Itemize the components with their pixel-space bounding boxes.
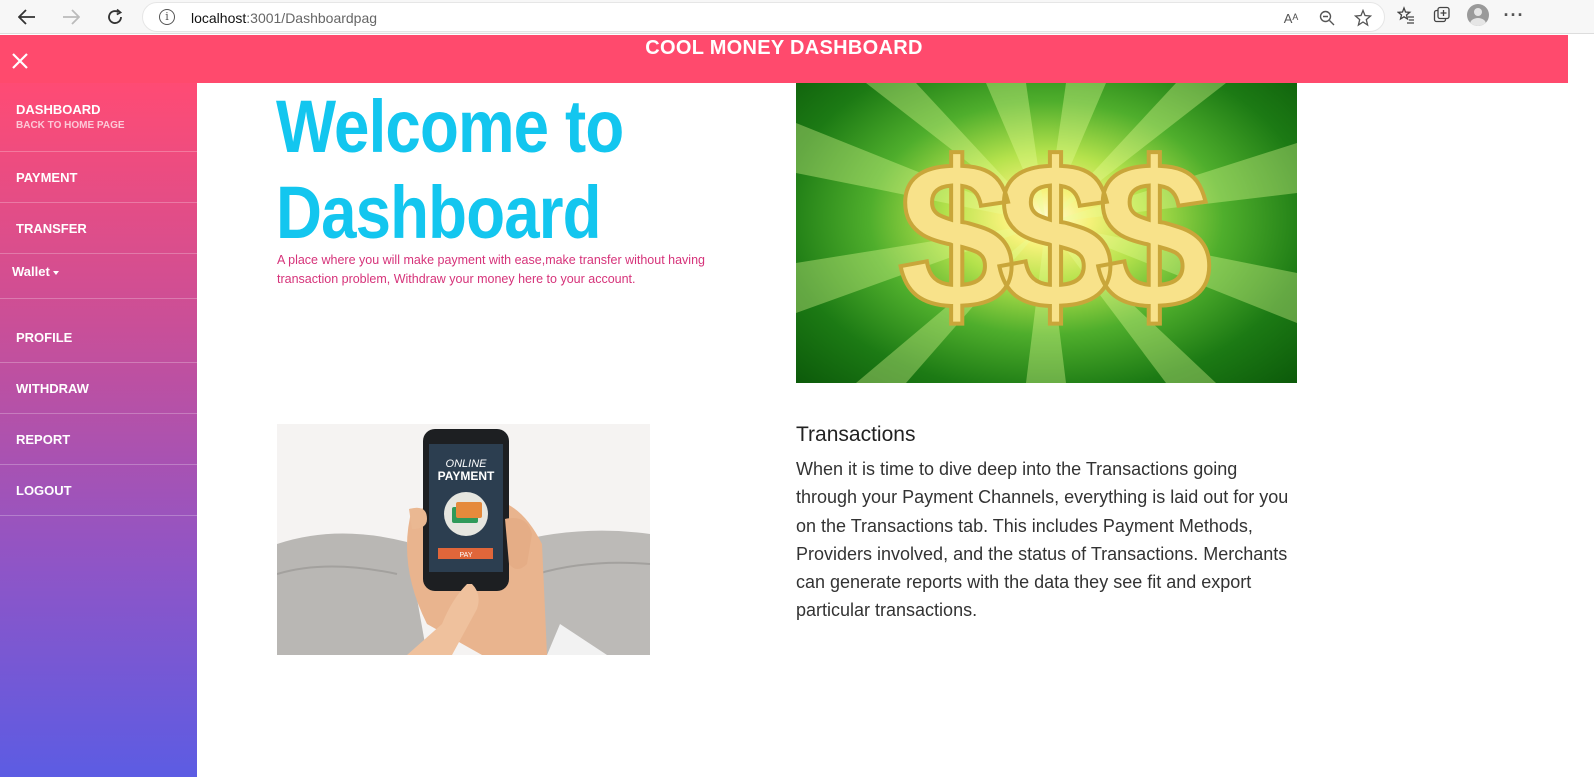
profile-avatar-icon[interactable] (1467, 4, 1489, 26)
welcome-line-1: Welcome to (276, 85, 624, 168)
browser-toolbar: i localhost:3001/Dashboardpag Aᴬ ··· (0, 0, 1594, 34)
app-header: COOL MONEY DASHBOARD (0, 35, 1568, 83)
sidebar-item-label: DASHBOARD (16, 102, 101, 117)
sidebar-item-transfer[interactable]: TRANSFER (0, 203, 197, 254)
dollar-signs: $$$ (898, 118, 1210, 353)
sidebar-item-label: LOGOUT (16, 483, 72, 498)
read-aloud-icon[interactable]: Aᴬ (1280, 7, 1302, 29)
sidebar-item-wallet[interactable]: Wallet (0, 254, 197, 299)
welcome-tagline: A place where you will make payment with… (277, 253, 705, 286)
sidebar-item-label: Wallet (12, 264, 50, 279)
forward-arrow-icon[interactable] (56, 3, 86, 31)
zoom-out-icon[interactable] (1316, 7, 1338, 29)
back-arrow-icon[interactable] (12, 3, 42, 31)
wallet-dropdown-toggle: Wallet (12, 264, 59, 279)
transactions-description: When it is time to dive deep into the Tr… (796, 459, 1289, 621)
sidebar-item-label: REPORT (16, 432, 71, 447)
welcome-heading: Welcome to Dashboard (276, 84, 680, 256)
refresh-icon[interactable] (100, 3, 130, 31)
welcome-line-2: Dashboard (276, 171, 602, 254)
sidebar: DASHBOARD BACK TO HOME PAGE PAYMENT TRAN… (0, 83, 197, 777)
sidebar-item-label: PROFILE (16, 330, 73, 345)
site-info-icon[interactable]: i (159, 9, 175, 25)
sidebar-item-report[interactable]: REPORT (0, 414, 197, 465)
sidebar-item-sublabel: BACK TO HOME PAGE (16, 120, 125, 131)
online-payment-image: ONLINE PAYMENT PAY (277, 424, 650, 655)
app-title: COOL MONEY DASHBOARD (645, 37, 923, 59)
sidebar-item-logout[interactable]: LOGOUT (0, 465, 197, 516)
phone-pay-button: PAY (460, 552, 473, 559)
caret-down-icon (52, 270, 59, 275)
sidebar-item-label: WITHDRAW (16, 381, 89, 396)
url-host: localhost (191, 10, 247, 26)
dollar-signs-image: $$$ (796, 83, 1297, 383)
phone-text-payment: PAYMENT (438, 469, 495, 483)
sidebar-item-label: PAYMENT (16, 170, 78, 185)
url-text[interactable]: localhost:3001/Dashboardpag (191, 10, 377, 26)
scrollbar[interactable] (1568, 35, 1594, 777)
transactions-title: Transactions (796, 423, 916, 446)
sidebar-item-withdraw[interactable]: WITHDRAW (0, 363, 197, 414)
sidebar-item-payment[interactable]: PAYMENT (0, 152, 197, 203)
collections-icon[interactable] (1431, 4, 1453, 26)
url-path: :3001/Dashboardpag (246, 10, 378, 26)
sidebar-item-label: TRANSFER (16, 221, 87, 236)
sidebar-item-dashboard[interactable]: DASHBOARD BACK TO HOME PAGE (0, 83, 197, 152)
sidebar-item-profile[interactable]: PROFILE (0, 299, 197, 363)
more-menu-icon[interactable]: ··· (1503, 4, 1525, 26)
favorite-star-icon[interactable] (1352, 7, 1374, 29)
address-bar[interactable]: i localhost:3001/Dashboardpag Aᴬ (142, 2, 1385, 32)
favorites-list-icon[interactable] (1395, 4, 1417, 26)
